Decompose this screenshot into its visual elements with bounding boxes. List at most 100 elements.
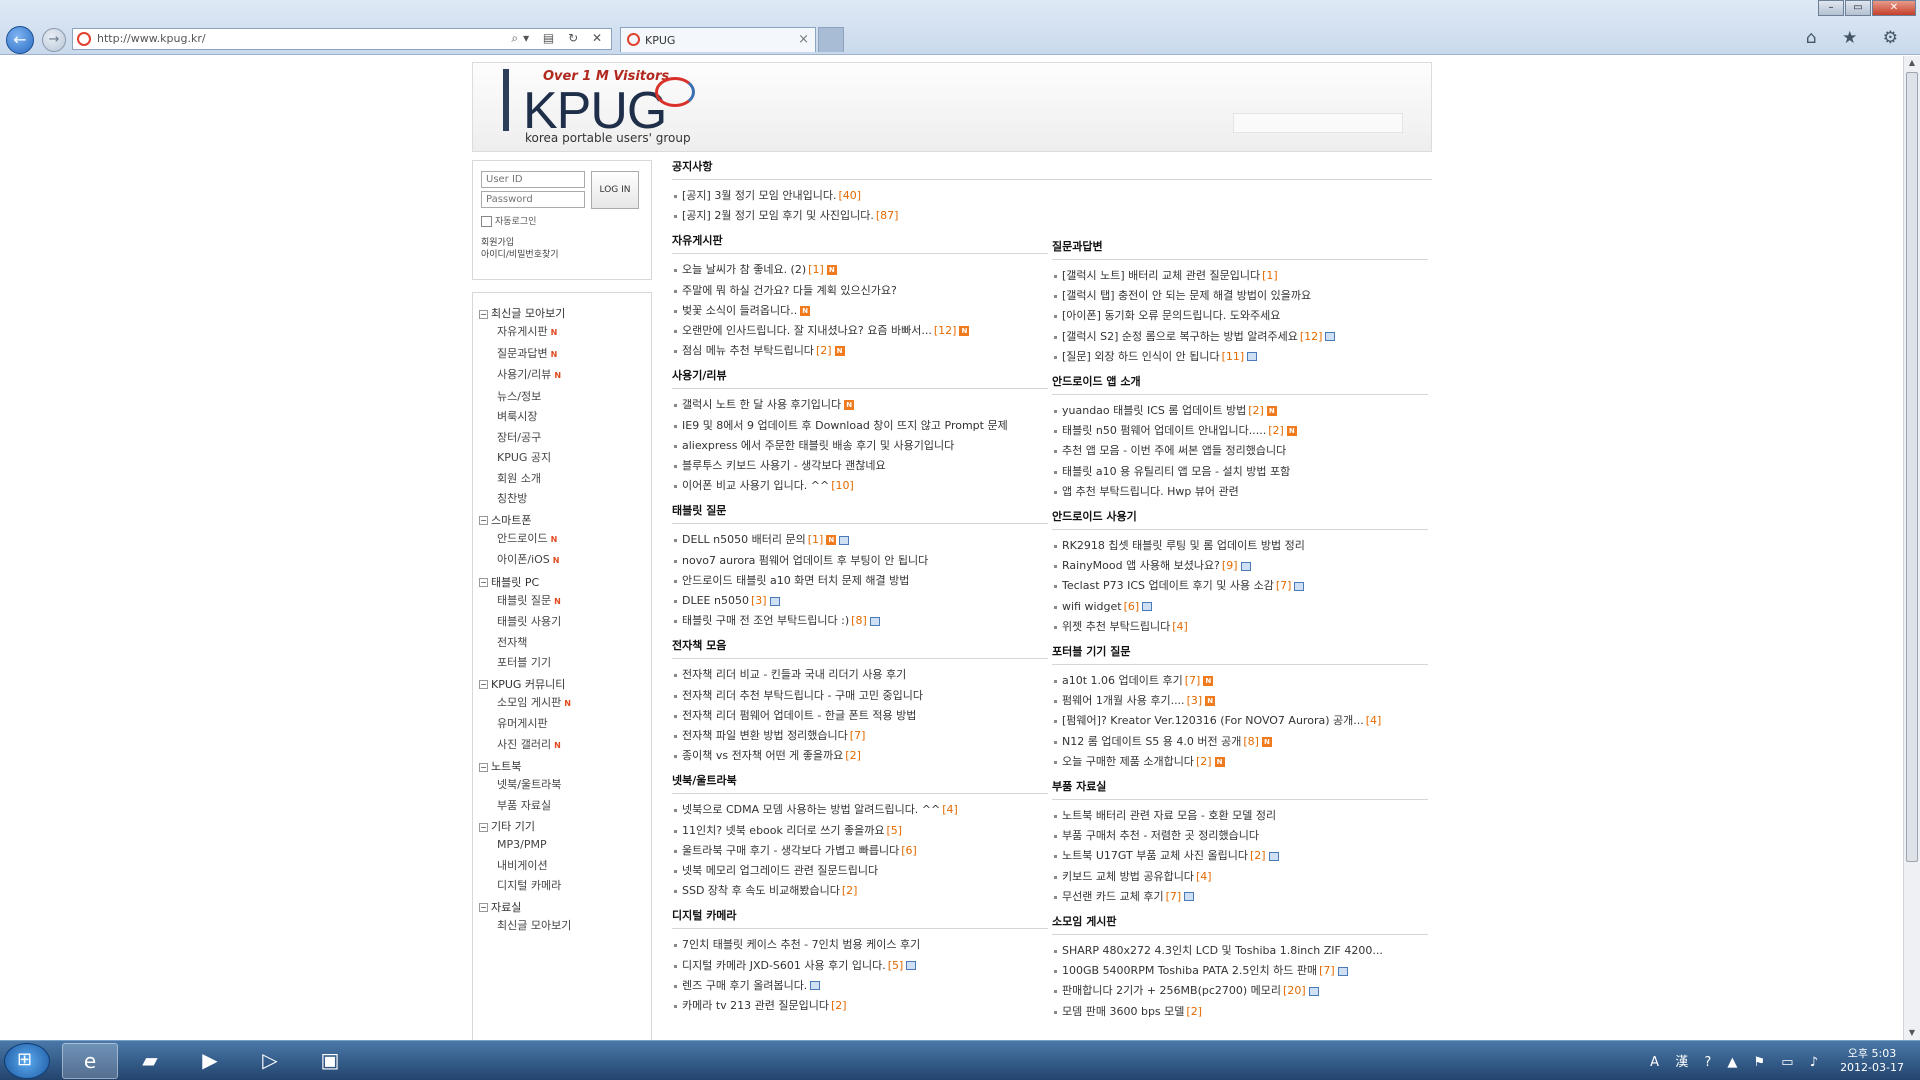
post-title[interactable]: 오늘 구매한 제품 소개합니다	[1062, 755, 1194, 768]
tab-close-icon[interactable]: ×	[798, 32, 809, 47]
post-item[interactable]: 키보드 교체 방법 공유합니다 [4]	[1052, 867, 1428, 887]
menu-section[interactable]: − 노트북	[479, 759, 645, 774]
post-title[interactable]: DLEE n5050	[682, 594, 749, 607]
post-item[interactable]: [갤럭시 S2] 순정 롬으로 복구하는 방법 알려주세요 [12]	[1052, 327, 1428, 347]
taskbar-player-icon[interactable]: ▷	[242, 1043, 298, 1079]
post-item[interactable]: 무선랜 카드 교체 후기 [7]	[1052, 887, 1428, 907]
board-title[interactable]: 공지사항	[672, 160, 1432, 180]
post-item[interactable]: 11인치? 넷북 ebook 리더로 쓰기 좋을까요 [5]	[672, 821, 1048, 841]
post-title[interactable]: 태블릿 구매 전 조언 부탁드립니다 :)	[682, 614, 849, 627]
post-item[interactable]: [공지] 3월 정기 모임 안내입니다. [40]	[672, 186, 1432, 206]
post-title[interactable]: DELL n5050 배터리 문의	[682, 533, 806, 546]
address-bar[interactable]: http://www.kpug.kr/ ⌕▾ ▤ ↻ ✕	[72, 28, 612, 50]
post-item[interactable]: 태블릿 구매 전 조언 부탁드립니다 :) [8]	[672, 611, 1048, 631]
post-title[interactable]: 주말에 뭐 하실 건가요? 다들 계획 있으신가요?	[682, 284, 897, 297]
scroll-thumb[interactable]	[1906, 72, 1918, 862]
post-item[interactable]: 노트북 배터리 관련 자료 모음 - 호환 모델 정리	[1052, 806, 1428, 826]
sidebar-item[interactable]: 아이폰/iOS	[479, 550, 645, 572]
sidebar-item[interactable]: 자유게시판	[479, 322, 645, 344]
board-title[interactable]: 자유게시판	[672, 234, 1048, 255]
post-item[interactable]: 종이책 vs 전자책 어떤 게 좋을까요 [2]	[672, 746, 1048, 766]
post-item[interactable]: N12 롬 업데이트 S5 용 4.0 버전 공개 [8] N	[1052, 732, 1428, 752]
sidebar-item[interactable]: 전자책	[479, 633, 645, 654]
vertical-scrollbar[interactable]: ▲ ▼	[1903, 56, 1920, 1040]
post-title[interactable]: 렌즈 구매 후기 올려봅니다.	[682, 979, 807, 992]
password-input[interactable]	[481, 191, 585, 208]
post-title[interactable]: 전자책 리더 추천 부탁드립니다 - 구매 고민 중입니다	[682, 689, 923, 702]
post-item[interactable]: 부품 구매처 추천 - 저렴한 곳 정리했습니다	[1052, 826, 1428, 846]
post-title[interactable]: 노트북 배터리 관련 자료 모음 - 호환 모델 정리	[1062, 809, 1276, 822]
post-item[interactable]: 점심 메뉴 추천 부탁드립니다 [2] N	[672, 341, 1048, 361]
post-title[interactable]: 디지털 카메라 JXD-S601 사용 후기 입니다.	[682, 959, 886, 972]
browser-tab[interactable]: KPUG ×	[620, 27, 816, 52]
post-title[interactable]: 넷북으로 CDMA 모뎀 사용하는 방법 알려드립니다. ^^	[682, 803, 940, 816]
sidebar-item[interactable]: 부품 자료실	[479, 796, 645, 817]
sidebar-item[interactable]: 유머게시판	[479, 714, 645, 735]
post-item[interactable]: 태블릿 n50 펌웨어 업데이트 안내입니다..... [2] N	[1052, 421, 1428, 441]
post-item[interactable]: Teclast P73 ICS 업데이트 후기 및 사용 소감 [7]	[1052, 576, 1428, 596]
post-title[interactable]: 오늘 날씨가 참 좋네요. (2)	[682, 263, 806, 276]
post-title[interactable]: N12 롬 업데이트 S5 용 4.0 버전 공개	[1062, 735, 1241, 748]
post-item[interactable]: yuandao 태블릿 ICS 롬 업데이트 방법 [2] N	[1052, 401, 1428, 421]
sidebar-item[interactable]: MP3/PMP	[479, 835, 645, 856]
address-tools[interactable]: ⌕▾ ▤ ↻ ✕	[511, 31, 607, 46]
post-item[interactable]: DLEE n5050 [3]	[672, 591, 1048, 611]
post-item[interactable]: 위젯 추천 부탁드립니다 [4]	[1052, 617, 1428, 637]
post-item[interactable]: 추천 앱 모음 - 이번 주에 써본 앱들 정리했습니다	[1052, 441, 1428, 461]
menu-section[interactable]: − 자료실	[479, 900, 645, 915]
board-title[interactable]: 부품 자료실	[1052, 780, 1428, 801]
menu-section[interactable]: − 기타 기기	[479, 819, 645, 834]
board-title[interactable]: 안드로이드 앱 소개	[1052, 375, 1428, 396]
collapse-icon[interactable]: −	[479, 762, 488, 772]
sidebar-item[interactable]: 장터/공구	[479, 428, 645, 449]
sidebar-item[interactable]: 내비게이션	[479, 856, 645, 877]
menu-section[interactable]: − KPUG 커뮤니티	[479, 677, 645, 692]
post-item[interactable]: DELL n5050 배터리 문의 [1] N	[672, 530, 1048, 550]
post-item[interactable]: 울트라북 구매 후기 - 생각보다 가볍고 빠릅니다 [6]	[672, 841, 1048, 861]
collapse-icon[interactable]: −	[479, 822, 488, 832]
userid-input[interactable]	[481, 171, 585, 188]
taskbar-folder-icon[interactable]: ▰	[122, 1043, 178, 1079]
post-item[interactable]: [갤럭시 탭] 충전이 안 되는 문제 해결 방법이 있을까요	[1052, 286, 1428, 306]
sidebar-item[interactable]: 칭찬방	[479, 489, 645, 510]
post-item[interactable]: 안드로이드 태블릿 a10 화면 터치 문제 해결 방법	[672, 571, 1048, 591]
maximize-button[interactable]: ▭	[1845, 0, 1871, 16]
sidebar-item[interactable]: 안드로이드	[479, 529, 645, 551]
login-links[interactable]: 회원가입 아이디/비밀번호찾기	[481, 237, 643, 261]
post-item[interactable]: 디지털 카메라 JXD-S601 사용 후기 입니다. [5]	[672, 956, 1048, 976]
post-title[interactable]: [갤럭시 탭] 충전이 안 되는 문제 해결 방법이 있을까요	[1062, 289, 1311, 302]
post-title[interactable]: 종이책 vs 전자책 어떤 게 좋을까요	[682, 749, 843, 762]
post-title[interactable]: 전자책 파일 변환 방법 정리했습니다	[682, 729, 848, 742]
board-title[interactable]: 디지털 카메라	[672, 909, 1048, 930]
post-title[interactable]: 부품 구매처 추천 - 저렴한 곳 정리했습니다	[1062, 829, 1259, 842]
sidebar-item[interactable]: 소모임 게시판	[479, 693, 645, 715]
sidebar-item[interactable]: 뉴스/정보	[479, 387, 645, 408]
collapse-icon[interactable]: −	[479, 903, 488, 912]
post-item[interactable]: 넷북 메모리 업그레이드 관련 질문드립니다	[672, 861, 1048, 881]
post-title[interactable]: 이어폰 비교 사용기 입니다. ^^	[682, 479, 829, 492]
post-title[interactable]: 추천 앱 모음 - 이번 주에 써본 앱들 정리했습니다	[1062, 444, 1286, 457]
forward-button[interactable]: →	[42, 28, 66, 52]
sidebar-item[interactable]: 사용기/리뷰	[479, 365, 645, 387]
post-title[interactable]: [갤럭시 S2] 순정 롬으로 복구하는 방법 알려주세요	[1062, 330, 1298, 343]
post-title[interactable]: 벚꽃 소식이 들려옵니다..	[682, 304, 797, 317]
taskbar-media-icon[interactable]: ▶	[182, 1043, 238, 1079]
start-button[interactable]	[4, 1043, 50, 1079]
post-title[interactable]: wifi widget	[1062, 600, 1122, 613]
post-title[interactable]: SSD 장착 후 속도 비교해봤습니다	[682, 884, 840, 897]
board-title[interactable]: 포터블 기기 질문	[1052, 645, 1428, 666]
sidebar-item[interactable]: 포터블 기기	[479, 653, 645, 674]
post-item[interactable]: IE9 및 8에서 9 업데이트 후 Download 창이 뜨지 않고 Pro…	[672, 416, 1048, 436]
post-title[interactable]: novo7 aurora 펌웨어 업데이트 후 부팅이 안 됩니다	[682, 554, 928, 567]
clock[interactable]: 오후 5:03 2012-03-17	[1840, 1045, 1904, 1074]
sidebar-item[interactable]: 회원 소개	[479, 469, 645, 490]
sidebar-item[interactable]: 벼룩시장	[479, 407, 645, 428]
post-item[interactable]: 태블릿 a10 용 유틸리티 앱 모음 - 설치 방법 포함	[1052, 462, 1428, 482]
post-title[interactable]: a10t 1.06 업데이트 후기	[1062, 674, 1183, 687]
post-item[interactable]: 전자책 파일 변환 방법 정리했습니다 [7]	[672, 726, 1048, 746]
post-title[interactable]: [아이폰] 동기화 오류 문의드립니다. 도와주세요	[1062, 309, 1280, 322]
post-title[interactable]: 7인치 태블릿 케이스 추천 - 7인치 범용 케이스 후기	[682, 938, 920, 951]
post-title[interactable]: 넷북 메모리 업그레이드 관련 질문드립니다	[682, 864, 878, 877]
system-tray-icons[interactable]: A 漢 ? ▲ ⚑ ▭ ♪	[1650, 1051, 1824, 1070]
post-item[interactable]: 오늘 날씨가 참 좋네요. (2) [1] N	[672, 260, 1048, 280]
